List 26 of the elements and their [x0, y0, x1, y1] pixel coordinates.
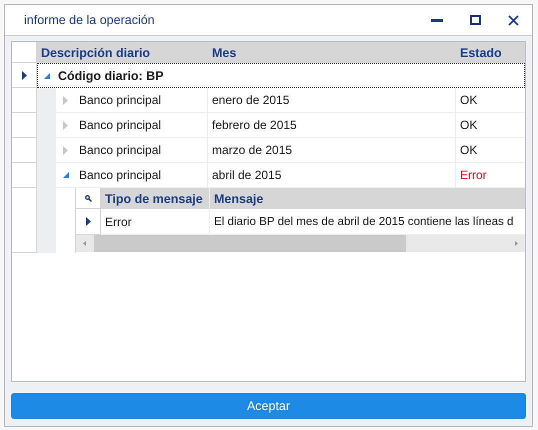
column-header[interactable]: Mensaje — [210, 188, 525, 209]
scroll-left-icon[interactable] — [83, 241, 86, 246]
table-cell: Banco principal — [75, 138, 208, 163]
column-header[interactable]: Estado — [456, 42, 525, 63]
search-icon[interactable] — [84, 194, 92, 202]
horizontal-scrollbar[interactable] — [76, 235, 525, 252]
expanded-icon[interactable] — [62, 172, 68, 178]
group-label: Código diario: BP — [58, 68, 164, 82]
maximize-icon — [470, 15, 480, 25]
table-cell: Banco principal — [75, 113, 208, 138]
minimize-icon — [431, 18, 443, 22]
table-cell: OK — [456, 88, 525, 113]
column-header[interactable]: Descripción diario — [37, 42, 208, 63]
table-cell: febrero de 2015 — [208, 113, 456, 138]
table-cell: OK — [456, 113, 525, 138]
close-icon — [508, 14, 518, 26]
table-cell: enero de 2015 — [208, 88, 456, 113]
table-cell: marzo de 2015 — [208, 138, 456, 163]
accept-button[interactable]: Aceptar — [11, 393, 526, 419]
window-title: informe de la operación — [24, 13, 156, 27]
column-header[interactable]: Tipo de mensaje — [101, 188, 210, 209]
table-cell: Banco principal — [75, 88, 208, 113]
expanded-icon[interactable] — [44, 72, 50, 78]
table-cell: OK — [456, 138, 525, 163]
scroll-right-icon[interactable] — [515, 241, 518, 246]
column-header[interactable]: Mes — [208, 42, 456, 63]
